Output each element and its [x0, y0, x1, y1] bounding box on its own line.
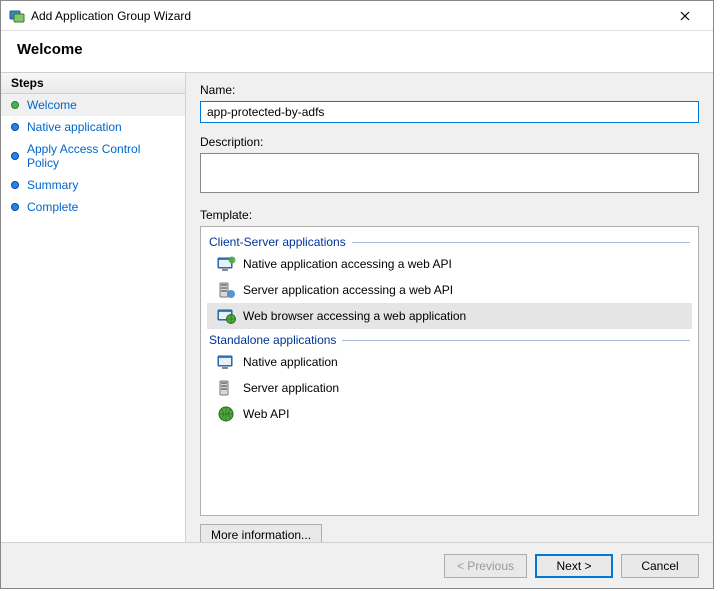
template-item[interactable]: Server application	[207, 375, 692, 401]
server-api-icon	[215, 280, 237, 300]
step-item[interactable]: Summary	[1, 174, 185, 196]
template-item-label: Server application accessing a web API	[243, 283, 453, 297]
step-item[interactable]: Apply Access Control Policy	[1, 138, 185, 174]
step-bullet-icon	[11, 123, 19, 131]
template-item-label: Web browser accessing a web application	[243, 309, 466, 323]
template-item[interactable]: Server application accessing a web API	[207, 277, 692, 303]
step-bullet-icon	[11, 181, 19, 189]
step-bullet-icon	[11, 101, 19, 109]
previous-button[interactable]: < Previous	[444, 554, 527, 578]
template-item[interactable]: Native application	[207, 349, 692, 375]
native-icon	[215, 352, 237, 372]
template-item[interactable]: Web API	[207, 401, 692, 427]
wizard-footer: < Previous Next > Cancel	[1, 542, 713, 588]
step-label: Welcome	[27, 98, 77, 112]
native-api-icon	[215, 254, 237, 274]
steps-sidebar: Steps Welcome Native application Apply Acc…	[1, 72, 186, 585]
template-label: Template:	[200, 208, 699, 222]
template-item[interactable]: Web browser accessing a web application	[207, 303, 692, 329]
app-icon	[9, 8, 25, 24]
description-label: Description:	[200, 135, 699, 149]
template-item[interactable]: Native application accessing a web API	[207, 251, 692, 277]
window-title: Add Application Group Wizard	[31, 9, 665, 23]
next-button[interactable]: Next >	[535, 554, 613, 578]
name-label: Name:	[200, 83, 699, 97]
browser-web-icon	[215, 306, 237, 326]
wizard-body: Steps Welcome Native application Apply Acc…	[1, 72, 713, 585]
globe-icon	[215, 404, 237, 424]
template-group-header: Standalone applications	[207, 329, 692, 349]
step-label: Apply Access Control Policy	[27, 142, 175, 170]
step-bullet-icon	[11, 203, 19, 211]
page-title: Welcome	[1, 31, 713, 72]
template-list[interactable]: Client-Server applications Native applica…	[200, 226, 699, 516]
step-bullet-icon	[11, 152, 19, 160]
template-group-header: Client-Server applications	[207, 231, 692, 251]
step-label: Complete	[27, 200, 78, 214]
cancel-button[interactable]: Cancel	[621, 554, 699, 578]
name-input[interactable]	[200, 101, 699, 123]
titlebar: Add Application Group Wizard	[1, 1, 713, 31]
template-item-label: Web API	[243, 407, 289, 421]
step-label: Summary	[27, 178, 78, 192]
wizard-window: Add Application Group Wizard Welcome Ste…	[0, 0, 714, 589]
server-icon	[215, 378, 237, 398]
step-item[interactable]: Native application	[1, 116, 185, 138]
template-item-label: Native application	[243, 355, 338, 369]
description-input[interactable]	[200, 153, 699, 193]
main-panel: Name: Description: Template: Client-Serv…	[186, 72, 713, 585]
template-item-label: Server application	[243, 381, 339, 395]
step-item[interactable]: Welcome	[1, 94, 185, 116]
step-item[interactable]: Complete	[1, 196, 185, 218]
steps-header: Steps	[1, 72, 185, 94]
step-label: Native application	[27, 120, 122, 134]
template-item-label: Native application accessing a web API	[243, 257, 452, 271]
close-button[interactable]	[665, 2, 705, 30]
